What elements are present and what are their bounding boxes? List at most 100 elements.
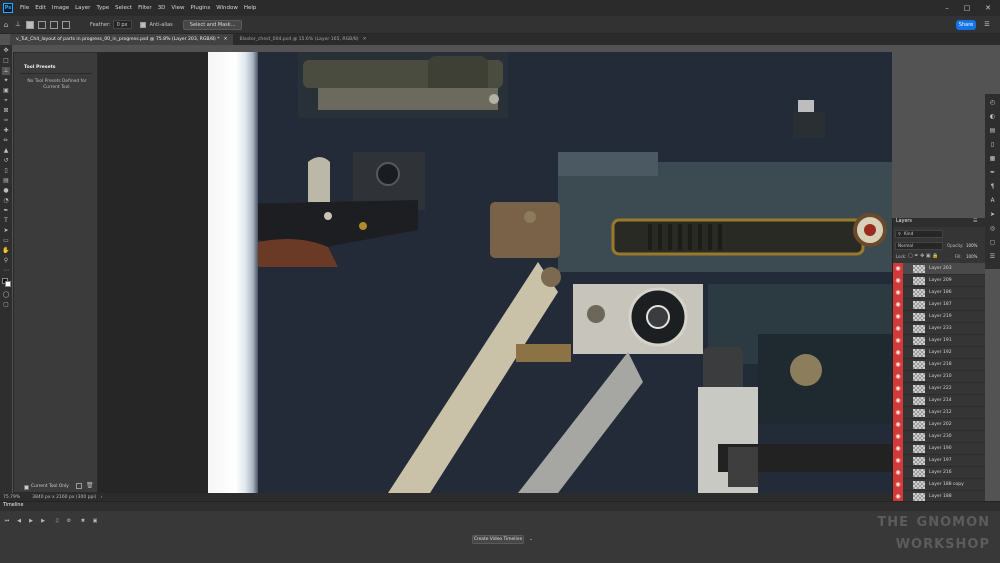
object-select-icon[interactable]: ▣ (2, 87, 10, 95)
menu-3d[interactable]: 3D (155, 5, 169, 11)
menu-window[interactable]: Window (213, 5, 241, 11)
gradient-tool-icon[interactable]: ▤ (2, 177, 10, 185)
select-and-mask-button[interactable]: Select and Mask... (182, 19, 243, 30)
antialias-checkbox[interactable] (139, 21, 146, 28)
layer-row[interactable]: ◉ Layer 191 (893, 335, 985, 347)
play-icon[interactable]: ▶ (27, 517, 35, 525)
menu-file[interactable]: File (17, 5, 32, 11)
visibility-eye-icon[interactable]: ◉ (893, 443, 903, 455)
blur-tool-icon[interactable]: ● (2, 187, 10, 195)
visibility-eye-icon[interactable]: ◉ (893, 479, 903, 491)
crop-tool-icon[interactable]: ⌖ (2, 97, 10, 105)
layer-row[interactable]: ◉ Layer 190 (893, 443, 985, 455)
libraries-icon[interactable]: ▯ (988, 140, 997, 149)
eyedropper-icon[interactable]: ✑ (2, 117, 10, 125)
tab-blaster-chest[interactable]: Blaster_chest_004.psd @ 15.6% (Layer 165… (233, 34, 372, 45)
visibility-eye-icon[interactable]: ◉ (893, 467, 903, 479)
subtract-selection-icon[interactable] (50, 20, 58, 29)
layer-row[interactable]: ◉ Layer 192 (893, 347, 985, 359)
dodge-tool-icon[interactable]: ◔ (2, 197, 10, 205)
workspace-icon[interactable]: ☰ (982, 20, 992, 30)
pen-tool-icon[interactable]: ✒ (2, 207, 10, 215)
visibility-eye-icon[interactable]: ◉ (893, 347, 903, 359)
path-selection-icon[interactable]: ➤ (2, 227, 10, 235)
layer-row[interactable]: ◉ Layer 210 (893, 371, 985, 383)
visibility-eye-icon[interactable]: ◉ (893, 335, 903, 347)
swatches-icon[interactable]: ▦ (988, 154, 997, 163)
properties-icon[interactable]: ▤ (988, 126, 997, 135)
visibility-eye-icon[interactable]: ◉ (893, 383, 903, 395)
menu-plugins[interactable]: Plugins (187, 5, 213, 11)
split-icon[interactable]: ✖ (79, 517, 87, 525)
layer-row[interactable]: ◉ Layer 230 (893, 431, 985, 443)
layer-row[interactable]: ◉ Layer 219 (893, 311, 985, 323)
visibility-eye-icon[interactable]: ◉ (893, 431, 903, 443)
settings-gear-icon[interactable]: ⚙ (65, 517, 73, 525)
hand-tool-icon[interactable]: ✋ (2, 247, 10, 255)
zoom-tool-icon[interactable]: ⚲ (2, 257, 10, 265)
lock-icons[interactable]: ▢ ✒ ✥ ▣ 🔒 (908, 253, 938, 259)
visibility-eye-icon[interactable]: ◉ (893, 407, 903, 419)
create-video-timeline-button[interactable]: Create Video Timeline (472, 535, 524, 544)
layer-row[interactable]: ◉ Layer 202 (893, 419, 985, 431)
intersect-selection-icon[interactable] (62, 20, 70, 29)
quick-mask-icon[interactable]: ◯ (2, 291, 10, 299)
history-icon[interactable]: ◴ (988, 98, 997, 107)
visibility-eye-icon[interactable]: ◉ (893, 371, 903, 383)
channels-icon[interactable]: ◎ (988, 224, 997, 233)
layer-row[interactable]: ◉ Layer 218 (893, 359, 985, 371)
maximize-icon[interactable]: □ (957, 0, 977, 16)
visibility-eye-icon[interactable]: ◉ (893, 311, 903, 323)
lasso-tool-icon[interactable]: ⟂ (12, 20, 24, 29)
rectangle-tool-icon[interactable]: ▭ (2, 237, 10, 245)
opacity-input[interactable]: 100% (966, 243, 977, 248)
gradients-icon[interactable]: ▢ (988, 238, 997, 247)
menu-edit[interactable]: Edit (32, 5, 49, 11)
layer-row[interactable]: ◉ Layer 209 (893, 275, 985, 287)
fill-input[interactable]: 100% (966, 254, 977, 259)
menu-filter[interactable]: Filter (135, 5, 155, 11)
magic-wand-icon[interactable]: ✦ (2, 77, 10, 85)
close-tab-icon[interactable]: ✕ (363, 37, 367, 42)
adjustments-icon[interactable]: ◐ (988, 112, 997, 121)
visibility-eye-icon[interactable]: ◉ (893, 323, 903, 335)
menu-select[interactable]: Select (112, 5, 135, 11)
visibility-eye-icon[interactable]: ◉ (893, 455, 903, 467)
layer-row[interactable]: ◉ Layer 187 (893, 299, 985, 311)
audio-icon[interactable]: ♫ (53, 517, 61, 525)
blend-mode-select[interactable]: Normal (895, 242, 943, 250)
layer-row[interactable]: ◉ Layer 233 (893, 323, 985, 335)
layer-row[interactable]: ◉ Layer 222 (893, 383, 985, 395)
first-frame-icon[interactable]: ⏮ (3, 517, 11, 525)
menu-help[interactable]: Help (241, 5, 260, 11)
layer-row[interactable]: ◉ Layer 214 (893, 395, 985, 407)
chevron-down-icon[interactable]: ⌄ (527, 535, 535, 544)
menu-view[interactable]: View (168, 5, 187, 11)
paragraph-icon[interactable]: ¶ (988, 182, 997, 191)
current-tool-only-checkbox[interactable] (24, 485, 29, 490)
layer-row[interactable]: ◉ Layer 212 (893, 407, 985, 419)
character-icon[interactable]: A (988, 196, 997, 205)
visibility-eye-icon[interactable]: ◉ (893, 419, 903, 431)
add-to-selection-icon[interactable] (38, 20, 46, 29)
prev-frame-icon[interactable]: ◀ (15, 517, 23, 525)
new-selection-icon[interactable] (26, 20, 34, 29)
visibility-eye-icon[interactable]: ◉ (893, 263, 903, 275)
clone-stamp-icon[interactable]: ▲ (2, 147, 10, 155)
status-chevron-icon[interactable]: › (100, 495, 102, 500)
visibility-eye-icon[interactable]: ◉ (893, 359, 903, 371)
move-tool-icon[interactable]: ✥ (2, 47, 10, 55)
visibility-eye-icon[interactable]: ◉ (893, 287, 903, 299)
share-button[interactable]: Share (956, 20, 976, 30)
menu-type[interactable]: Type (93, 5, 112, 11)
tab-active-document[interactable]: v_Tut_Ch4_layout of parts in progress_00… (10, 34, 234, 45)
more-tools-icon[interactable]: ⋯ (2, 267, 10, 275)
screen-mode-icon[interactable]: ▢ (2, 301, 10, 309)
home-icon[interactable]: ⌂ (0, 21, 12, 29)
visibility-eye-icon[interactable]: ◉ (893, 395, 903, 407)
eraser-tool-icon[interactable]: ▯ (2, 167, 10, 175)
layer-filter-select[interactable]: ⚲ Kind (895, 230, 943, 238)
marquee-tool-icon[interactable]: □ (2, 57, 10, 65)
minimize-icon[interactable]: – (937, 0, 957, 16)
layers-dock-icon[interactable]: ☰ (988, 252, 997, 261)
